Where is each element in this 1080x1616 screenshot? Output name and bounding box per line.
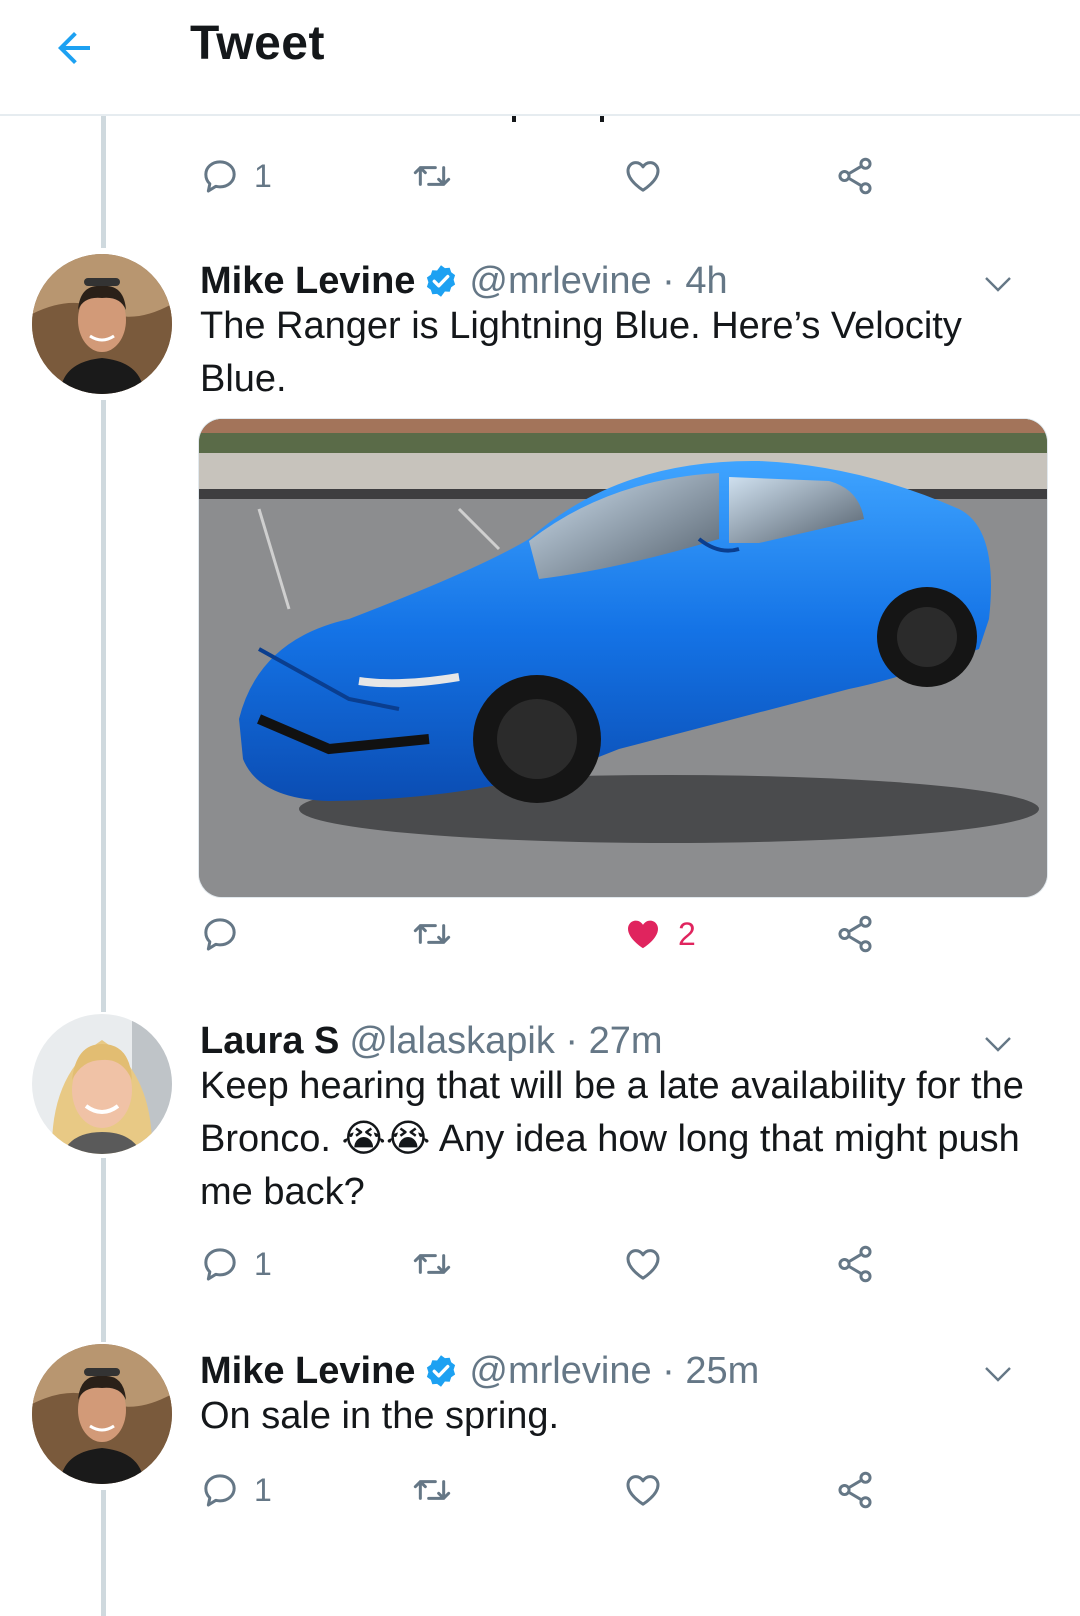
arrow-left-icon [58,32,90,64]
share-button[interactable] [834,146,876,206]
tweet-text: On sale in the spring. [200,1395,560,1437]
retweet-icon [413,1254,451,1274]
action-bar: 1 [200,1234,920,1294]
like-button[interactable] [622,146,664,206]
retweet-icon [413,924,451,944]
reply-icon [204,1474,236,1507]
chevron-down-icon [985,277,1011,292]
reply-count: 1 [254,1471,272,1508]
retweet-button[interactable] [410,146,454,206]
reply-button[interactable] [200,904,240,964]
reply-button[interactable]: 1 [200,146,272,206]
top-app-bar: Tweet [0,0,1080,116]
share-icon [838,1471,872,1509]
share-button[interactable] [834,1460,876,1520]
share-icon [838,1245,872,1283]
action-bar: 1 [200,1460,920,1520]
crying-face-emoji: 😭😭 [341,1118,431,1160]
tweet-text: The Ranger is Lightning Blue. Here’s Vel… [200,305,962,400]
action-bar: 1 [200,146,920,206]
reply-icon [204,160,236,193]
chevron-down-icon [985,1367,1011,1382]
reply-button[interactable]: 1 [200,1234,272,1294]
like-button[interactable] [622,1460,664,1520]
page-title: Tweet [190,17,325,70]
reply-count: 1 [254,1245,272,1282]
verified-badge-icon [423,263,459,299]
reply-icon [204,1248,236,1281]
heart-filled-icon [628,920,658,949]
like-button[interactable]: 2 [622,904,696,964]
avatar[interactable] [32,1344,172,1484]
share-icon [838,915,872,953]
thread-line [101,114,106,248]
avatar[interactable] [32,1014,172,1154]
thread-line [101,1490,106,1616]
action-bar: 2 [200,904,920,964]
tweet-text: Keep hearing that will be a late availab… [200,1060,1050,1219]
heart-outline-icon [626,161,660,192]
retweet-button[interactable] [410,1460,454,1520]
reply-count: 1 [254,157,272,194]
retweet-button[interactable] [410,1234,454,1294]
tweet-media-image[interactable] [198,418,1048,898]
like-button[interactable] [622,1234,664,1294]
like-count: 2 [678,915,696,952]
share-button[interactable] [834,1234,876,1294]
thread-line [101,1158,106,1342]
retweet-icon [413,1480,451,1500]
heart-outline-icon [626,1249,660,1280]
retweet-button[interactable] [410,904,454,964]
share-button[interactable] [834,904,876,964]
heart-outline-icon [626,1475,660,1506]
avatar[interactable] [32,254,172,394]
verified-badge-icon [423,1353,459,1389]
reply-icon [204,918,236,951]
share-icon [838,157,872,195]
thread-line [101,400,106,1012]
chevron-down-icon [985,1037,1011,1052]
back-button[interactable] [44,18,104,78]
reply-button[interactable]: 1 [200,1460,272,1520]
retweet-icon [413,166,451,186]
